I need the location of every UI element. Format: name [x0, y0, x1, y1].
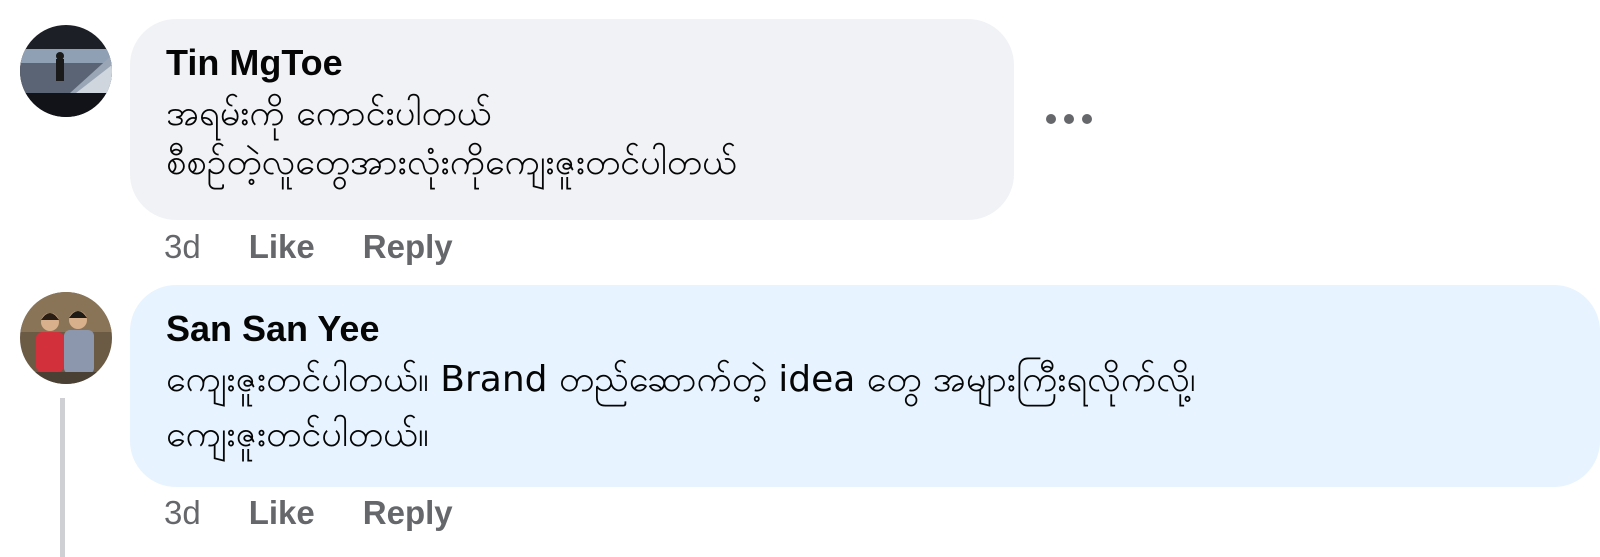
reply-button[interactable]: Reply — [363, 494, 453, 532]
like-button[interactable]: Like — [249, 228, 315, 266]
dot — [1064, 114, 1074, 124]
comment-bubble: San San Yee ကျေးဇူးတင်ပါတယ်။ Brand တည်ဆေ… — [130, 285, 1600, 487]
avatar-photo — [20, 25, 112, 117]
dot — [1082, 114, 1092, 124]
like-button[interactable]: Like — [249, 494, 315, 532]
comment-text-line: ကျေးဇူးတင်ပါတယ်။ Brand တည်ဆောက်တဲ့ idea … — [166, 359, 1196, 400]
comment-text-line: စီစဉ်တဲ့လူတွေအားလုံးကိုကျေးဇူးတင်ပါတယ် — [166, 142, 737, 183]
comment-tin-mgtoe: Tin MgToe အရမ်းကို ကောင်းပါတယ် စီစဉ်တဲ့လ… — [0, 0, 1600, 270]
reply-button[interactable]: Reply — [363, 228, 453, 266]
comment-text-line: ကျေးဇူးတင်ပါတယ်။ — [166, 414, 429, 455]
comment-timestamp[interactable]: 3d — [164, 228, 201, 266]
avatar-photo — [20, 292, 112, 384]
comment-actions: 3d Like Reply — [164, 228, 501, 266]
avatar[interactable] — [20, 292, 112, 384]
dot — [1046, 114, 1056, 124]
comment-bubble: Tin MgToe အရမ်းကို ကောင်းပါတယ် စီစဉ်တဲ့လ… — [130, 19, 1014, 220]
comment-author[interactable]: Tin MgToe — [166, 41, 978, 85]
avatar[interactable] — [20, 25, 112, 117]
comment-timestamp[interactable]: 3d — [164, 494, 201, 532]
reply-thread-line — [60, 398, 65, 557]
comment-actions: 3d Like Reply — [164, 494, 501, 532]
more-options-icon[interactable] — [1046, 104, 1092, 134]
comment-author[interactable]: San San Yee — [166, 307, 1564, 351]
comment-san-san-yee: San San Yee ကျေးဇူးတင်ပါတယ်။ Brand တည်ဆေ… — [0, 270, 1600, 557]
